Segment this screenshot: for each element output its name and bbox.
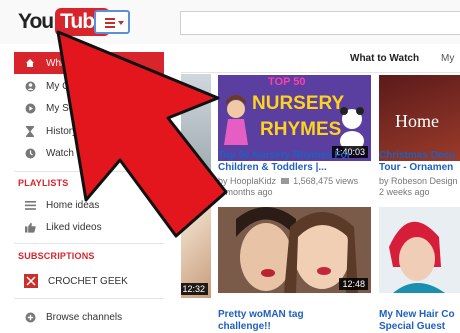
hourglass-icon: [24, 125, 36, 137]
sidebar-item-label: Browse channels: [46, 311, 123, 323]
tab-what-to-watch[interactable]: What to Watch: [350, 53, 419, 64]
hamburger-icon: [105, 18, 115, 28]
video-thumbnail[interactable]: Home: [379, 75, 460, 161]
search-input[interactable]: [180, 11, 460, 35]
video-meta: by HooplaKidz 1,568,475 views: [218, 176, 358, 187]
video-title-line: My New Hair Co: [379, 309, 455, 320]
sidebar-item-label: What to Watch: [46, 57, 112, 69]
video-thumbnail[interactable]: TOP 50 NURSERY RHYMES 1:40:03: [218, 75, 371, 161]
sidebar-item-my-channel[interactable]: My Channel: [14, 75, 164, 97]
video-title-line: challenge!!: [218, 321, 271, 332]
red-hair-photo: [379, 207, 460, 293]
sidebar-item-liked-videos[interactable]: Liked videos: [14, 216, 164, 238]
feed-tabs: What to Watch My: [181, 44, 460, 73]
playlists-heading: PLAYLISTS: [18, 178, 69, 188]
video-title[interactable]: My New Hair Co Special Guest: [379, 309, 460, 333]
video-thumbnail-partial[interactable]: 12:32: [181, 206, 211, 298]
video-title-line: Children & Toddlers |...: [218, 162, 327, 173]
video-title[interactable]: Top 50 Nursery Rhymes For Children & Tod…: [218, 150, 368, 174]
play-icon: [24, 102, 36, 114]
list-icon: [24, 199, 36, 211]
video-title-line: Pretty woMAN tag: [218, 309, 304, 320]
video-thumbnail-partial[interactable]: LE: [181, 74, 211, 186]
sidebar-item-label: Watch Later: [46, 147, 100, 159]
tab-my[interactable]: My: [441, 53, 454, 64]
sidebar-item-label: Liked videos: [46, 221, 102, 233]
main-content: What to Watch My LE 12:32 TOP 50 NURSERY…: [181, 44, 460, 332]
video-views: 1,568,475 views: [293, 176, 359, 186]
video-age: 2 weeks ago: [379, 187, 430, 197]
guide-sidebar: What to Watch My Channel My Subscription…: [0, 44, 182, 323]
sidebar-item-what-to-watch[interactable]: What to Watch: [14, 52, 164, 74]
thumbnail-text: Home: [395, 111, 439, 131]
sidebar-divider: [14, 243, 164, 244]
sidebar-item-crochet-geek[interactable]: CROCHET GEEK: [14, 270, 164, 292]
video-channel[interactable]: by Robeson Design: [379, 176, 458, 187]
video-title-line: Special Guest: [379, 321, 446, 332]
home-icon: [24, 57, 36, 69]
clock-icon: [24, 147, 36, 159]
video-thumbnail[interactable]: 12:48: [218, 207, 371, 293]
verified-badge-icon: [280, 178, 289, 184]
sidebar-item-label: My Subscriptions: [46, 102, 123, 114]
video-title[interactable]: Pretty woMAN tag challenge!!: [218, 309, 368, 333]
guide-menu-button[interactable]: [94, 10, 130, 34]
user-icon: [24, 80, 36, 92]
video-duration: 12:48: [339, 278, 368, 290]
sidebar-item-label: My Channel: [46, 80, 100, 92]
logo-you-text: You: [18, 10, 54, 33]
video-title-line: Tour - Ornamen: [379, 162, 454, 173]
sidebar-item-history[interactable]: History: [14, 120, 164, 142]
chevron-down-icon: [118, 21, 124, 25]
sidebar-item-home-ideas[interactable]: Home ideas: [14, 194, 164, 216]
channel-avatar-icon: [24, 274, 38, 288]
video-thumbnail[interactable]: [379, 207, 460, 293]
video-title[interactable]: Christmas Deco Tour - Ornamen: [379, 150, 460, 174]
sidebar-item-label: History: [46, 125, 78, 137]
plus-circle-icon: [24, 311, 36, 323]
sidebar-divider: [14, 171, 164, 172]
subscriptions-heading: SUBSCRIPTIONS: [18, 251, 95, 261]
thumbnail-text: TOP 50: [268, 76, 306, 88]
sidebar-item-label: Home ideas: [46, 199, 100, 211]
top-header: You Tube: [0, 0, 460, 45]
video-channel[interactable]: by HooplaKidz: [218, 176, 276, 186]
video-age: 3 months ago: [218, 187, 273, 197]
sidebar-item-my-subscriptions[interactable]: My Subscriptions: [14, 97, 164, 119]
video-title-line: Christmas Deco: [379, 150, 456, 161]
video-duration: 12:32: [181, 283, 208, 295]
sidebar-item-label: CROCHET GEEK: [48, 275, 128, 287]
thumbs-up-icon: [24, 221, 36, 233]
thumbnail-text: NURSERY: [252, 93, 345, 114]
sidebar-item-watch-later[interactable]: Watch Later: [14, 142, 164, 164]
thumbnail-text: RHYMES: [260, 119, 342, 140]
video-title-line: Top 50 Nursery Rhymes For: [218, 150, 351, 161]
sidebar-divider: [14, 298, 164, 299]
thumbnail-text: LE: [182, 90, 198, 104]
sidebar-item-browse-channels[interactable]: Browse channels: [14, 306, 164, 328]
